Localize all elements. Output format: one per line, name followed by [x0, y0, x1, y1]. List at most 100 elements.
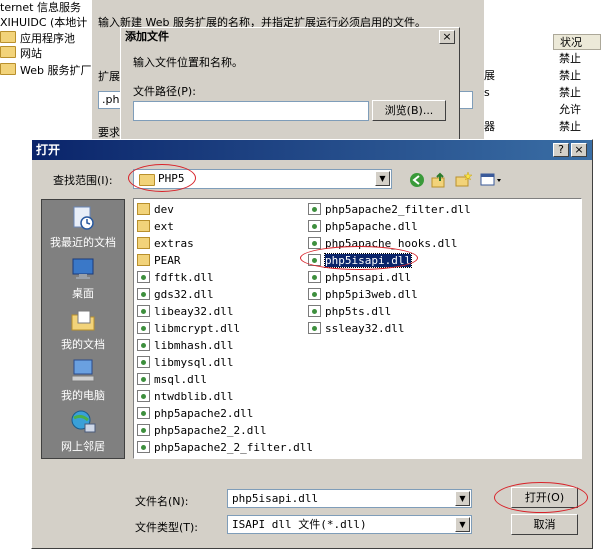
partial-text: 器 — [484, 120, 495, 133]
file-name: libmcrypt.dll — [154, 322, 241, 335]
tree-computer[interactable]: XIHUIDC (本地计 — [0, 15, 87, 31]
tree-item-websites[interactable]: 网站 — [0, 46, 42, 62]
place-desktop[interactable]: 桌面 — [42, 255, 124, 301]
open-dialog-title: 打开 — [32, 140, 592, 160]
file-name: fdftk.dll — [154, 271, 214, 284]
file-name: php5pi3web.dll — [325, 288, 418, 301]
view-menu-icon[interactable] — [479, 171, 503, 187]
tree-root[interactable]: ternet 信息服务 — [0, 0, 81, 16]
filetype-combo[interactable]: ISAPI dll 文件(*.dll) ▼ — [227, 515, 472, 534]
chevron-down-icon[interactable]: ▼ — [455, 517, 470, 532]
file-item[interactable]: php5isapi.dll — [308, 253, 413, 269]
dll-file-icon — [137, 390, 150, 402]
file-name: ext — [154, 220, 174, 233]
desktop-icon — [72, 258, 94, 279]
dll-file-icon — [137, 441, 150, 453]
file-item[interactable]: gds32.dll — [137, 287, 214, 303]
file-item[interactable]: php5ts.dll — [308, 304, 391, 320]
folder-item[interactable]: PEAR — [137, 253, 181, 269]
file-name: php5apache2.dll — [154, 407, 254, 420]
file-name: php5apache.dll — [325, 220, 418, 233]
dll-file-icon — [308, 220, 321, 232]
tree-item-app-pools[interactable]: 应用程序池 — [0, 31, 75, 47]
recent-documents-icon — [73, 206, 94, 230]
filetype-value: ISAPI dll 文件(*.dll) — [232, 518, 367, 531]
cancel-button[interactable]: 取消 — [511, 514, 578, 535]
file-item[interactable]: php5apache_hooks.dll — [308, 236, 457, 252]
file-item[interactable]: libeay32.dll — [137, 304, 233, 320]
dll-file-icon — [137, 271, 150, 283]
place-my-computer[interactable]: 我的电脑 — [42, 357, 124, 403]
file-item[interactable]: php5apache.dll — [308, 219, 418, 235]
file-item[interactable]: php5apache2_2.dll — [137, 423, 267, 439]
file-item[interactable]: libmcrypt.dll — [137, 321, 240, 337]
file-name: msql.dll — [154, 373, 207, 386]
dll-file-icon — [137, 407, 150, 419]
file-item[interactable]: php5apache2.dll — [137, 406, 253, 422]
add-file-close-button[interactable]: × — [439, 30, 455, 44]
place-network[interactable]: 网上邻居 — [42, 408, 124, 454]
file-name: php5apache2_filter.dll — [325, 203, 471, 216]
lookin-combo[interactable]: PHP5 ▼ — [133, 169, 392, 189]
folder-icon — [139, 174, 155, 186]
dll-file-icon — [308, 271, 321, 283]
file-name: libeay32.dll — [154, 305, 234, 318]
place-my-documents[interactable]: 我的文档 — [42, 306, 124, 352]
folder-icon — [137, 203, 150, 215]
close-button[interactable]: × — [571, 143, 587, 157]
dll-file-icon — [137, 424, 150, 436]
places-bar: 我最近的文档 桌面 我的文档 我的电脑 网上邻居 — [41, 199, 125, 459]
wizard-ext-field-edge — [459, 91, 473, 109]
folder-icon — [137, 220, 150, 232]
back-icon[interactable] — [408, 171, 426, 187]
file-name: ntwdblib.dll — [154, 390, 234, 403]
lookin-label: 查找范围(I): — [53, 174, 113, 187]
wizard-ext-label: 扩展 — [98, 70, 120, 83]
filename-label: 文件名(N): — [135, 495, 189, 508]
file-item[interactable]: fdftk.dll — [137, 270, 214, 286]
file-item[interactable]: php5pi3web.dll — [308, 287, 418, 303]
folder-icon — [137, 237, 150, 249]
file-item[interactable]: php5apache2_2_filter.dll — [137, 440, 313, 456]
folder-item[interactable]: dev — [137, 202, 174, 218]
file-item[interactable]: libmysql.dll — [137, 355, 233, 371]
open-file-dialog: 打开 ? × 查找范围(I): PHP5 ▼ 我最近的文档 桌面 我的文档 我的… — [31, 139, 593, 549]
status-column-header[interactable]: 状况 — [553, 34, 601, 50]
browse-button[interactable]: 浏览(B)... — [372, 100, 446, 121]
filetype-label: 文件类型(T): — [135, 521, 199, 534]
file-item[interactable]: ntwdblib.dll — [137, 389, 233, 405]
status-cell: 禁止 — [559, 86, 581, 99]
up-folder-icon[interactable] — [430, 171, 448, 188]
path-label: 文件路径(P): — [133, 85, 196, 98]
help-button[interactable]: ? — [553, 143, 569, 157]
file-path-input[interactable] — [133, 101, 369, 121]
file-item[interactable]: php5apache2_filter.dll — [308, 202, 471, 218]
chevron-down-icon[interactable]: ▼ — [375, 171, 390, 186]
partial-text: s — [484, 86, 490, 99]
folder-icon — [0, 63, 16, 75]
tree-item-web-extensions[interactable]: Web 服务扩厂 — [0, 63, 91, 79]
my-documents-icon — [71, 310, 95, 331]
lookin-value: PHP5 — [158, 172, 185, 185]
dll-file-icon — [137, 305, 150, 317]
folder-icon — [137, 254, 150, 266]
wizard-req-label: 要求 — [98, 126, 120, 139]
file-item[interactable]: msql.dll — [137, 372, 207, 388]
chevron-down-icon[interactable]: ▼ — [455, 491, 470, 506]
file-list[interactable]: dev ext extras PEAR fdftk.dll gds32.dll libeay… — [133, 198, 582, 459]
file-item[interactable]: php5nsapi.dll — [308, 270, 411, 286]
open-button[interactable]: 打开(O) — [511, 487, 578, 508]
dll-file-icon — [308, 237, 321, 249]
network-places-icon — [71, 410, 96, 433]
file-item[interactable]: ssleay32.dll — [308, 321, 404, 337]
place-recent[interactable]: 我最近的文档 — [42, 204, 124, 250]
file-name: PEAR — [154, 254, 181, 267]
dll-file-icon — [137, 356, 150, 368]
file-name: php5isapi.dll — [323, 253, 413, 268]
add-file-title: 添加文件 — [121, 28, 459, 46]
folder-item[interactable]: extras — [137, 236, 194, 252]
new-folder-icon[interactable] — [454, 171, 473, 187]
file-item[interactable]: libmhash.dll — [137, 338, 233, 354]
folder-item[interactable]: ext — [137, 219, 174, 235]
filename-combo[interactable]: php5isapi.dll ▼ — [227, 489, 472, 508]
